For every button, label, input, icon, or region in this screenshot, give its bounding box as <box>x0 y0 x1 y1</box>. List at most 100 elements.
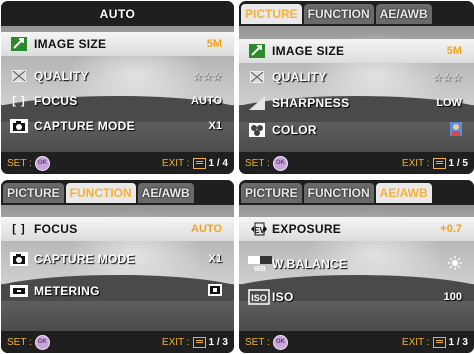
iso-icon: ISO <box>248 289 270 305</box>
menu-row-label: SHARPNESS <box>272 96 350 110</box>
menu-row-value: 5M <box>206 38 222 50</box>
svg-text:EV: EV <box>254 226 265 235</box>
menu-row-color[interactable]: COLOR <box>239 118 474 142</box>
menu-button-icon <box>192 157 206 169</box>
ok-button-icon: OK <box>272 334 288 350</box>
set-label: SET : <box>7 157 32 169</box>
set-label: SET : <box>245 157 270 169</box>
tab-function[interactable]: FUNCTION <box>303 3 374 24</box>
menu-row-label: IMAGE SIZE <box>34 37 107 51</box>
exit-label: EXIT : <box>401 157 430 169</box>
capture-mode-icon <box>10 252 28 266</box>
menu-row-metering[interactable]: METERING <box>1 279 234 303</box>
capture-mode-icon <box>10 119 28 133</box>
exit-label: EXIT : <box>161 336 190 348</box>
tab-function[interactable]: FUNCTION <box>65 182 136 203</box>
menu-row-value: X1 <box>208 120 222 132</box>
menu-footer: SET : OK EXIT : 1 / 5 <box>239 152 474 174</box>
svg-text:ISO: ISO <box>251 293 267 303</box>
image-size-icon <box>248 44 266 58</box>
menu-row-value: AUTO <box>191 223 222 235</box>
sharpness-icon <box>248 96 266 110</box>
focus-icon: [ ] <box>12 95 26 107</box>
menu-row-label: EXPOSURE <box>272 222 342 236</box>
menu-row-value: ☆☆☆ <box>192 70 222 83</box>
tab-function[interactable]: FUNCTION <box>303 182 374 203</box>
menu-row-capture-mode[interactable]: CAPTURE MODE X1 <box>1 247 234 271</box>
menu-row-label: ISO <box>272 290 294 304</box>
menu-row-capture-mode[interactable]: CAPTURE MODE X1 <box>1 114 234 138</box>
menu-row-value: LOW <box>436 97 462 109</box>
set-label: SET : <box>245 336 270 348</box>
ok-button-icon: OK <box>272 155 288 171</box>
menu-button-icon <box>432 157 446 169</box>
exit-label: EXIT : <box>401 336 430 348</box>
menu-row-focus[interactable]: [ ] FOCUS AUTO <box>1 89 234 113</box>
tab-picture[interactable]: PICTURE <box>241 182 302 203</box>
image-size-icon <box>10 37 28 51</box>
set-label: SET : <box>7 336 32 348</box>
exposure-icon: EV <box>248 222 270 236</box>
ok-button-icon: OK <box>34 155 50 171</box>
menu-row-label: QUALITY <box>272 70 327 84</box>
menu-row-value: +0.7 <box>440 223 462 235</box>
menu-button-icon <box>192 336 206 348</box>
menu-row-iso[interactable]: ISO ISO 100 <box>239 285 474 309</box>
menu-footer: SET : OK EXIT : 1 / 4 <box>1 152 234 174</box>
menu-tab-bar: PICTURE FUNCTION AE/AWB <box>239 180 474 205</box>
menu-header: AUTO <box>1 1 234 26</box>
menu-row-focus[interactable]: [ ] FOCUS AUTO <box>1 217 234 241</box>
sunny-icon <box>448 255 462 273</box>
menu-tab-bar: PICTURE FUNCTION AE/AWB <box>1 180 234 205</box>
white-balance-icon: WB <box>248 256 272 272</box>
svg-text:WB: WB <box>254 266 266 272</box>
ae-awb-menu-panel: PICTURE FUNCTION AE/AWB EV EXPOSURE +0.7… <box>239 180 474 353</box>
menu-row-label: COLOR <box>272 123 317 137</box>
menu-footer: SET : OK EXIT : 1 / 3 <box>239 331 474 353</box>
metering-icon <box>10 284 28 298</box>
quality-icon <box>248 70 266 84</box>
picture-menu-panel: PICTURE FUNCTION AE/AWB IMAGE SIZE 5M QU… <box>239 1 474 174</box>
menu-row-image-size[interactable]: IMAGE SIZE 5M <box>1 32 234 56</box>
menu-row-value: AUTO <box>191 95 222 107</box>
menu-row-label: QUALITY <box>34 69 89 83</box>
menu-row-label: METERING <box>34 284 100 298</box>
tab-ae-awb[interactable]: AE/AWB <box>375 182 432 203</box>
menu-row-label: W.BALANCE <box>272 257 348 271</box>
menu-row-quality[interactable]: QUALITY ☆☆☆ <box>239 65 474 89</box>
menu-footer: SET : OK EXIT : 1 / 3 <box>1 331 234 353</box>
color-icon <box>248 123 266 137</box>
tab-picture[interactable]: PICTURE <box>241 3 302 24</box>
color-mode-indicator <box>450 121 462 139</box>
menu-button-icon <box>432 336 446 348</box>
auto-menu-panel: AUTO IMAGE SIZE 5M QUALITY ☆☆☆ [ ] FOCUS… <box>1 1 234 174</box>
menu-row-exposure[interactable]: EV EXPOSURE +0.7 <box>239 217 474 241</box>
page-indicator: 1 / 4 <box>208 157 228 169</box>
menu-row-value: X1 <box>208 253 222 265</box>
menu-title: AUTO <box>99 6 136 21</box>
menu-row-image-size[interactable]: IMAGE SIZE 5M <box>239 39 474 63</box>
menu-row-value: 100 <box>443 291 462 303</box>
menu-tab-bar: PICTURE FUNCTION AE/AWB <box>239 1 474 26</box>
exit-label: EXIT : <box>161 157 190 169</box>
menu-row-label: CAPTURE MODE <box>34 252 135 266</box>
menu-row-label: IMAGE SIZE <box>272 44 345 58</box>
focus-icon: [ ] <box>12 223 26 235</box>
page-indicator: 1 / 5 <box>448 157 468 169</box>
tab-ae-awb[interactable]: AE/AWB <box>137 182 194 203</box>
menu-row-label: FOCUS <box>34 94 78 108</box>
page-indicator: 1 / 3 <box>448 336 468 348</box>
tab-picture[interactable]: PICTURE <box>3 182 64 203</box>
menu-row-label: FOCUS <box>34 222 78 236</box>
menu-row-white-balance[interactable]: WB W.BALANCE <box>239 252 474 276</box>
menu-row-sharpness[interactable]: SHARPNESS LOW <box>239 91 474 115</box>
function-menu-panel: PICTURE FUNCTION AE/AWB [ ] FOCUS AUTO C… <box>1 180 234 353</box>
metering-mode-indicator <box>208 283 222 299</box>
tab-ae-awb[interactable]: AE/AWB <box>375 3 432 24</box>
quality-icon <box>10 69 28 83</box>
menu-row-value: ☆☆☆ <box>432 71 462 84</box>
menu-row-label: CAPTURE MODE <box>34 119 135 133</box>
menu-row-quality[interactable]: QUALITY ☆☆☆ <box>1 64 234 88</box>
page-indicator: 1 / 3 <box>208 336 228 348</box>
ok-button-icon: OK <box>34 334 50 350</box>
